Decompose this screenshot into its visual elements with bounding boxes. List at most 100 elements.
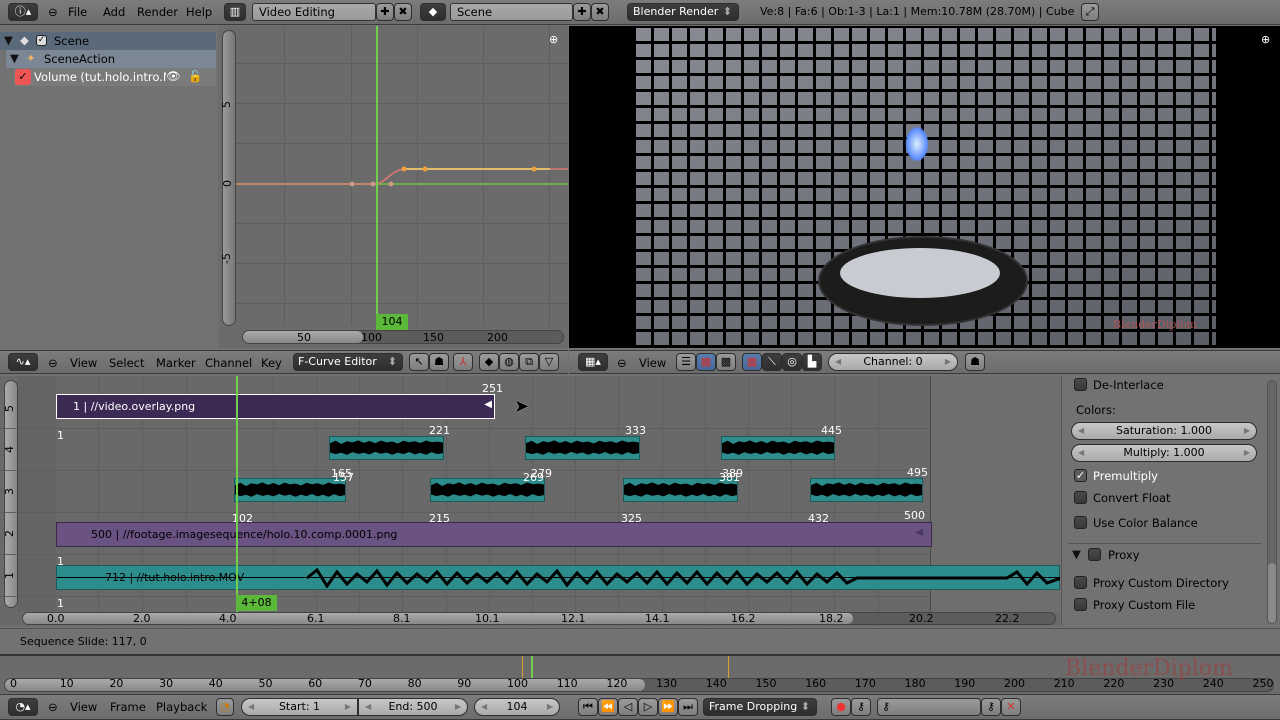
collapse-icon[interactable]: ⊖: [48, 351, 58, 375]
mode-select[interactable]: F-Curve Editor ⬍: [293, 353, 403, 371]
graph-editor[interactable]: 5 0 -5 104 ⊕ 50 100 150 200: [218, 26, 568, 348]
view-preview-icon[interactable]: ▩: [696, 353, 716, 371]
fullscreen-toggle-icon[interactable]: ⤢: [1081, 3, 1099, 21]
menu-view[interactable]: View: [70, 351, 97, 375]
x-scrollbar[interactable]: 50 100 150 200: [242, 330, 564, 344]
sound-strip[interactable]: [525, 436, 640, 460]
play-reverse-icon[interactable]: ◁: [618, 698, 638, 716]
eye-icon[interactable]: 👁: [166, 69, 181, 83]
editor-type-graph-button[interactable]: ∿▴: [8, 353, 38, 371]
collapse-icon[interactable]: ⊖: [617, 351, 627, 375]
keying-icon[interactable]: ⚷: [851, 698, 871, 716]
properties-scrollbar[interactable]: [1267, 380, 1277, 624]
proxy-expand-icon[interactable]: ▼: [1072, 547, 1081, 561]
filter-nodes-icon[interactable]: ⧉: [519, 353, 539, 371]
graph-area[interactable]: 104 ⊕: [236, 26, 568, 330]
jump-keyframe-forward-icon[interactable]: ⏩: [658, 698, 678, 716]
menu-help[interactable]: Help: [186, 0, 212, 24]
filter-mesh-icon[interactable]: ▽: [539, 353, 559, 371]
fcurve[interactable]: [236, 26, 568, 326]
menu-key[interactable]: Key: [261, 351, 282, 375]
sequencer[interactable]: 5 4 3 2 1 1 | //video.overlay.png ◀ 251 …: [0, 376, 1060, 626]
add-layout-button[interactable]: ✚: [376, 3, 394, 21]
add-region-icon[interactable]: ⊕: [549, 33, 558, 46]
insert-keyframe-icon[interactable]: ⚷: [981, 698, 1001, 716]
premultiply-checkbox[interactable]: ✓: [1074, 469, 1087, 482]
expand-icon[interactable]: ▼: [4, 33, 13, 47]
strip-footage[interactable]: 500 | //footage.imagesequence/holo.10.co…: [56, 522, 932, 547]
jump-end-icon[interactable]: ⏭: [678, 698, 698, 716]
saturation-field[interactable]: ◀ Saturation: 1.000 ▶: [1071, 422, 1257, 440]
scene-checkbox[interactable]: ✓: [36, 35, 47, 46]
sound-strip[interactable]: [810, 478, 923, 502]
convert-float-checkbox[interactable]: [1074, 491, 1087, 504]
only-selected-icon[interactable]: ↖: [409, 353, 429, 371]
playhead[interactable]: [376, 26, 378, 326]
menu-view[interactable]: View: [639, 351, 666, 375]
outliner-row-volume[interactable]: ✓ Volume (tut.holo.intro.MOV 👁 🔓: [14, 68, 216, 86]
editor-type-timeline-button[interactable]: ◔▴: [8, 698, 38, 716]
playhead[interactable]: [236, 376, 238, 612]
view-sequencer-icon[interactable]: ☰: [676, 353, 696, 371]
menu-frame[interactable]: Frame: [110, 695, 146, 719]
add-scene-button[interactable]: ✚: [573, 3, 591, 21]
deinterlace-checkbox[interactable]: [1074, 378, 1087, 391]
proxy-label[interactable]: Proxy: [1108, 548, 1140, 562]
jump-start-icon[interactable]: ⏮: [578, 698, 598, 716]
proxy-checkbox[interactable]: [1088, 548, 1101, 561]
delete-keyframe-icon[interactable]: ✕: [1001, 698, 1021, 716]
lock-icon[interactable]: 🔓: [188, 69, 202, 83]
menu-add[interactable]: Add: [103, 0, 125, 24]
menu-channel[interactable]: Channel: [205, 351, 252, 375]
outliner-row-scene[interactable]: ▼ ◆ ✓ Scene: [0, 32, 216, 50]
layout-icon[interactable]: ▥: [224, 3, 246, 21]
scene-icon[interactable]: ◆: [420, 3, 446, 21]
time-scrollbar[interactable]: 0.0 2.0 4.0 6.1 8.1 10.1 12.1 14.1 16.2 …: [22, 612, 1056, 625]
strip-handle-right[interactable]: ◀: [915, 527, 923, 538]
proxy-custom-directory-checkbox[interactable]: [1074, 576, 1087, 589]
editor-type-sequencer-button[interactable]: ▦▴: [578, 353, 608, 371]
menu-marker[interactable]: Marker: [156, 351, 196, 375]
proxy-custom-file-checkbox[interactable]: [1074, 598, 1087, 611]
strip-tut-holo-intro[interactable]: 712 | //tut.holo.intro.MOV: [56, 565, 1060, 590]
record-icon[interactable]: ●: [831, 698, 851, 716]
sequencer-preview[interactable]: BlenderDiplom ⊕: [569, 26, 1280, 348]
current-frame-field[interactable]: ◀ 104 ▶: [474, 698, 560, 716]
channel-field[interactable]: ◀ Channel: 0 ▶: [828, 353, 958, 371]
view-both-icon[interactable]: ▩: [716, 353, 736, 371]
collapse-icon[interactable]: ⊖: [48, 695, 58, 719]
y-scrollbar[interactable]: [222, 30, 236, 326]
strip-video-overlay[interactable]: 1 | //video.overlay.png ◀: [56, 394, 495, 419]
display-vectorscope-icon[interactable]: ◎: [782, 353, 802, 371]
display-waveform-icon[interactable]: ⟍: [762, 353, 782, 371]
keying-set-field[interactable]: ⚷: [877, 698, 981, 716]
ghost-icon[interactable]: ☗: [429, 353, 449, 371]
delete-scene-button[interactable]: ✖: [591, 3, 609, 21]
pivot-icon[interactable]: ⅄: [453, 353, 473, 371]
menu-playback[interactable]: Playback: [156, 695, 207, 719]
display-histogram-icon[interactable]: ▙: [802, 353, 822, 371]
filter-world-icon[interactable]: ◍: [499, 353, 519, 371]
volume-checkbox[interactable]: ✓: [15, 69, 31, 85]
preview-range-icon[interactable]: ◔: [216, 698, 234, 716]
sound-strip[interactable]: [329, 436, 444, 460]
ghost-icon[interactable]: ☗: [965, 353, 985, 371]
end-frame-field[interactable]: ◀ End: 500 ▶: [358, 698, 468, 716]
start-frame-field[interactable]: ◀ Start: 1 ▶: [241, 698, 358, 716]
multiply-field[interactable]: ◀ Multiply: 1.000 ▶: [1071, 444, 1257, 462]
outliner-row-action[interactable]: ▼ ✦ SceneAction: [6, 50, 216, 68]
play-icon[interactable]: ▷: [638, 698, 658, 716]
strip-handle-right[interactable]: ◀: [484, 399, 492, 410]
render-engine-select[interactable]: Blender Render ⬍: [627, 3, 739, 21]
add-region-icon[interactable]: ⊕: [1261, 33, 1270, 46]
filter-scene-icon[interactable]: ◆: [479, 353, 499, 371]
editor-type-info-button[interactable]: ⓘ▴: [8, 3, 38, 21]
menu-render[interactable]: Render: [137, 0, 178, 24]
color-balance-checkbox[interactable]: [1074, 516, 1087, 529]
expand-icon[interactable]: ▼: [10, 51, 19, 65]
menu-view[interactable]: View: [70, 695, 97, 719]
collapse-icon[interactable]: ⊖: [48, 0, 58, 24]
scene-field[interactable]: Scene: [450, 3, 573, 21]
timeline[interactable]: 0 10 20 30 40 50 60 70 80 90 100 110 120 130 140 150 160…: [0, 654, 1280, 694]
sound-strip[interactable]: [234, 478, 346, 502]
